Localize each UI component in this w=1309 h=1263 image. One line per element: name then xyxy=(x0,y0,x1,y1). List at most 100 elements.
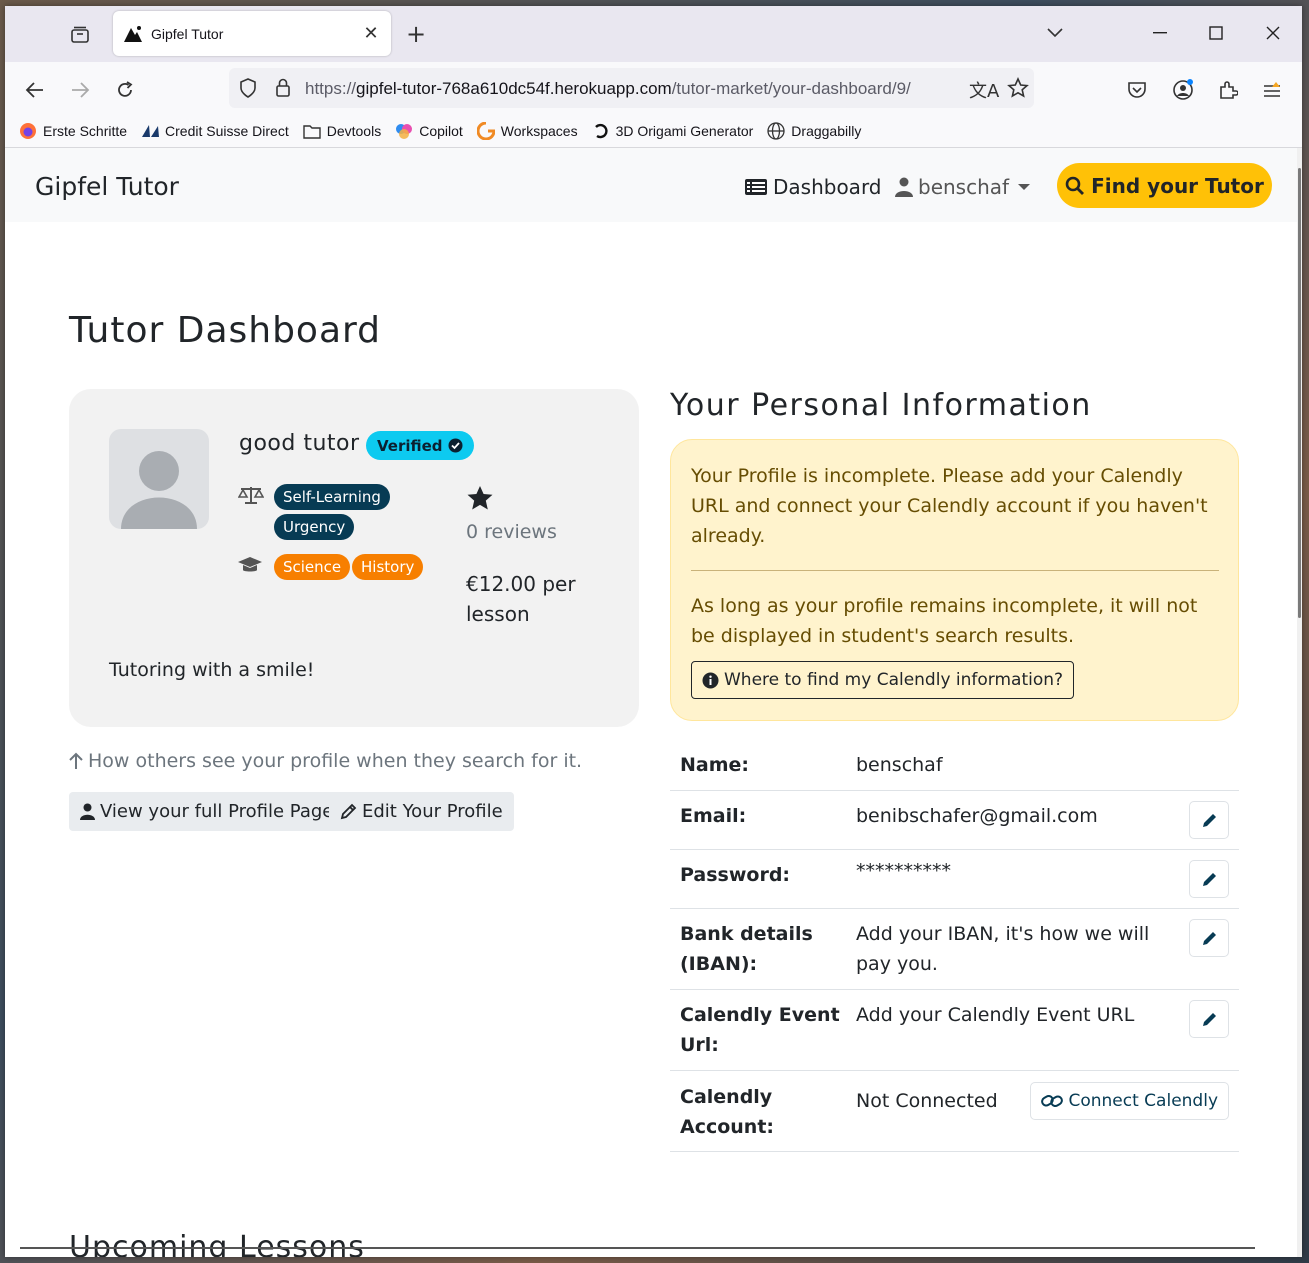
profile-preview-hint: How others see your profile when they se… xyxy=(69,750,582,772)
alert-message: Your Profile is incomplete. Please add y… xyxy=(691,465,1208,547)
shield-icon[interactable] xyxy=(239,78,257,102)
tab-bar: Gipfel Tutor ✕ + xyxy=(5,6,1302,62)
incomplete-profile-alert: Your Profile is incomplete. Please add y… xyxy=(670,439,1239,721)
lock-icon[interactable] xyxy=(275,77,291,101)
caret-down-icon xyxy=(1018,183,1031,191)
url-bar[interactable]: https://gipfel-tutor-768a610dc54f.heroku… xyxy=(229,68,1034,108)
name-label: Name: xyxy=(680,754,750,776)
navigation-toolbar: https://gipfel-tutor-768a610dc54f.heroku… xyxy=(5,62,1302,114)
arrow-up-icon xyxy=(69,752,83,770)
menu-icon[interactable] xyxy=(1256,74,1288,106)
page-title: Tutor Dashboard xyxy=(69,310,382,351)
web-page: Gipfel Tutor Dashboard benschaf Find you… xyxy=(5,148,1297,1257)
upcoming-lessons-title: Upcoming Lessons xyxy=(69,1230,365,1257)
bookmark-draggabilly[interactable]: Draggabilly xyxy=(767,121,861,140)
bookmark-devtools[interactable]: Devtools xyxy=(303,122,381,140)
tab-overflow-icon[interactable] xyxy=(1040,20,1070,46)
active-tab[interactable]: Gipfel Tutor ✕ xyxy=(113,11,391,56)
scale-icon xyxy=(237,485,265,507)
connect-calendly-button[interactable]: Connect Calendly xyxy=(1030,1082,1229,1120)
table-row: Password: ********** xyxy=(670,850,1239,909)
bookmark-copilot[interactable]: Copilot xyxy=(395,122,463,140)
site-brand[interactable]: Gipfel Tutor xyxy=(35,172,179,201)
table-row: Name: benschaf xyxy=(670,740,1239,791)
page-scrollbar[interactable] xyxy=(1297,148,1302,1257)
edit-password-button[interactable] xyxy=(1189,860,1229,898)
info-circle-icon xyxy=(702,672,719,689)
edit-profile-button[interactable]: Edit Your Profile xyxy=(329,792,514,831)
alert-divider xyxy=(691,570,1219,571)
tag-urgency: Urgency xyxy=(274,514,355,540)
list-icon xyxy=(745,178,767,196)
link-icon xyxy=(1041,1093,1064,1109)
tab-list-icon[interactable] xyxy=(63,20,97,50)
graduation-cap-icon xyxy=(237,555,263,577)
verified-badge: Verified xyxy=(366,431,474,460)
calendly-url-label: Calendly Event Url: xyxy=(680,1004,840,1056)
password-label: Password: xyxy=(680,864,791,886)
account-icon[interactable] xyxy=(1167,74,1199,106)
pencil-icon xyxy=(1202,872,1216,886)
calendly-url-value: Add your Calendly Event URL xyxy=(856,1004,1135,1026)
profile-preview-card: good tutor Verified Self-Learning Urgenc… xyxy=(69,389,639,727)
table-row: Calendly Account: Not Connected Connect … xyxy=(670,1071,1239,1152)
bookmark-erste-schritte[interactable]: Erste Schritte xyxy=(19,122,127,140)
user-icon xyxy=(80,803,95,820)
avatar xyxy=(109,429,209,529)
minimize-icon[interactable] xyxy=(1145,20,1175,46)
alert-warning: As long as your profile remains incomple… xyxy=(691,595,1198,647)
pocket-icon[interactable] xyxy=(1121,74,1153,106)
new-tab-icon[interactable]: + xyxy=(401,20,431,48)
user-dropdown[interactable]: benschaf xyxy=(895,175,1031,199)
personal-info-title: Your Personal Information xyxy=(670,388,1092,423)
extensions-icon[interactable] xyxy=(1212,74,1244,106)
back-icon[interactable] xyxy=(19,74,51,106)
nav-dashboard-link[interactable]: Dashboard xyxy=(745,175,882,199)
firefox-icon xyxy=(19,122,37,140)
password-value: ********** xyxy=(856,860,951,882)
tutor-name: good tutor xyxy=(239,431,360,456)
browser-window: Gipfel Tutor ✕ + https://gipfel-tutor-76… xyxy=(5,6,1302,1257)
workspaces-icon xyxy=(476,121,495,140)
translate-icon[interactable]: 文A xyxy=(969,77,999,103)
view-profile-button[interactable]: View your full Profile Page xyxy=(69,792,345,831)
find-tutor-button[interactable]: Find your Tutor xyxy=(1057,163,1272,208)
bookmarks-toolbar: Erste Schritte Credit Suisse Direct Devt… xyxy=(5,114,1302,148)
tag-science: Science xyxy=(274,554,351,580)
bookmark-workspaces[interactable]: Workspaces xyxy=(476,121,578,140)
edit-calendly-url-button[interactable] xyxy=(1189,1000,1229,1038)
bookmark-credit-suisse[interactable]: Credit Suisse Direct xyxy=(141,122,289,140)
close-window-icon[interactable] xyxy=(1258,20,1288,46)
reload-icon[interactable] xyxy=(109,74,141,106)
email-value: benibschafer@gmail.com xyxy=(856,805,1098,827)
iban-label: Bank details (IBAN): xyxy=(680,923,813,975)
calendly-account-label: Calendly Account: xyxy=(680,1086,775,1138)
sails-icon xyxy=(141,122,160,140)
forward-icon[interactable] xyxy=(64,74,96,106)
scrollbar-thumb[interactable] xyxy=(1298,168,1301,618)
calendly-info-button[interactable]: Where to find my Calendly information? xyxy=(691,661,1075,699)
close-tab-icon[interactable]: ✕ xyxy=(361,23,381,44)
table-row: Email: benibschafer@gmail.com xyxy=(670,791,1239,850)
pencil-icon xyxy=(1202,931,1216,945)
site-navbar: Gipfel Tutor Dashboard benschaf Find you… xyxy=(5,148,1297,222)
folder-icon xyxy=(303,122,321,140)
tab-title: Gipfel Tutor xyxy=(151,25,224,42)
star-bookmark-icon[interactable] xyxy=(1007,77,1029,103)
globe-icon xyxy=(767,121,785,140)
search-icon xyxy=(1065,176,1085,196)
bookmark-origami[interactable]: 3D Origami Generator xyxy=(592,122,753,140)
page-edge-line xyxy=(20,1247,1255,1249)
table-row: Bank details (IBAN): Add your IBAN, it's… xyxy=(670,909,1239,990)
tag-self-learning: Self-Learning xyxy=(274,484,390,510)
url-text[interactable]: https://gipfel-tutor-768a610dc54f.heroku… xyxy=(305,79,911,99)
name-value: benschaf xyxy=(856,754,943,776)
edit-iban-button[interactable] xyxy=(1189,919,1229,957)
edit-email-button[interactable] xyxy=(1189,801,1229,839)
maximize-icon[interactable] xyxy=(1201,20,1231,46)
tag-history: History xyxy=(352,554,424,580)
copilot-icon xyxy=(395,122,413,140)
pencil-icon xyxy=(1202,1012,1216,1026)
lesson-price: €12.00 per lesson xyxy=(466,572,576,626)
origami-icon xyxy=(592,122,610,140)
